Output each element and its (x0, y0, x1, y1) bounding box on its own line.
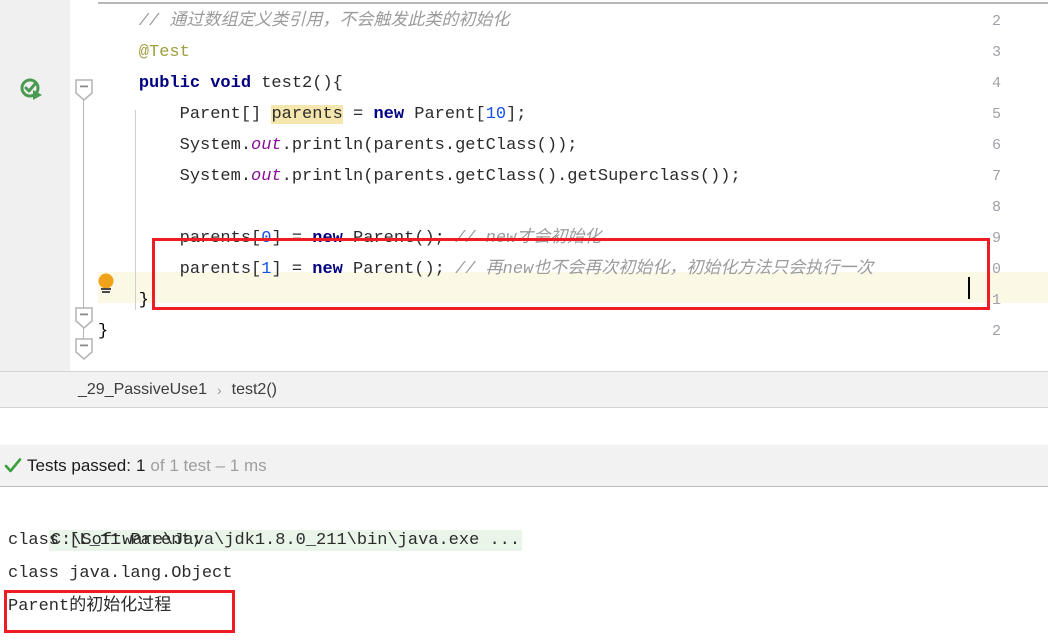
code-token: parents[ (98, 229, 262, 248)
code-line[interactable]: parents[1] = new Parent(); // 再new也不会再次初… (98, 254, 874, 285)
code-line[interactable]: Parent[] parents = new Parent[10]; (98, 99, 527, 130)
code-editor[interactable]: 2 3 4 5 6 7 8 9 0 1 2 // 通过数组定义类引用，不会触发此… (0, 0, 1048, 371)
code-token: Parent(); (342, 260, 456, 279)
code-token: new (373, 105, 405, 124)
code-token: Parent[] (98, 105, 272, 124)
code-token: 10 (485, 105, 507, 124)
code-line[interactable]: } (98, 316, 108, 347)
code-token: new (312, 229, 343, 248)
fold-minus-icon[interactable] (73, 337, 95, 360)
test-status-label: Tests passed: (27, 455, 131, 475)
green-check-icon (4, 457, 22, 475)
code-token: System. (98, 167, 252, 186)
code-token: public void (138, 74, 252, 93)
console-output-line: class java.lang.Object (8, 564, 233, 583)
code-text[interactable]: // 通过数组定义类引用，不会触发此类的初始化 @Test public voi… (98, 0, 1048, 371)
code-token: } (98, 322, 109, 341)
run-console[interactable]: C:\Software\Java\jdk1.8.0_211\bin\java.e… (0, 487, 1048, 643)
code-token: out (251, 136, 282, 155)
breadcrumb-method[interactable]: test2() (232, 381, 277, 399)
code-line[interactable]: public void test2(){ (98, 68, 343, 99)
code-token: = (342, 105, 374, 124)
fold-minus-icon[interactable] (73, 306, 95, 329)
test-status-bar: Tests passed: 1 of 1 test – 1 ms (0, 445, 1048, 487)
breadcrumb[interactable]: _29_PassiveUse1 › test2() (0, 371, 1048, 408)
code-line[interactable]: } (98, 285, 149, 316)
console-output-line: Parent的初始化过程 (8, 597, 172, 616)
code-token: .println(parents.getClass()); (281, 136, 578, 155)
text-caret (968, 277, 970, 299)
code-token: // 通过数组定义类引用，不会触发此类的初始化 (98, 12, 510, 31)
chevron-right-icon: › (216, 381, 222, 398)
code-token: @Test (98, 43, 190, 62)
code-line[interactable]: System.out.println(parents.getClass().ge… (98, 161, 741, 192)
code-token: parents (271, 105, 343, 124)
editor-gutter[interactable] (0, 0, 71, 371)
code-token: // 再new也不会再次初始化，初始化方法只会执行一次 (455, 260, 874, 279)
test-passed-count: 1 (135, 455, 146, 475)
code-line[interactable]: // 通过数组定义类引用，不会触发此类的初始化 (98, 6, 510, 37)
code-token: out (251, 167, 282, 186)
code-token: } (98, 291, 150, 310)
fold-minus-icon[interactable] (73, 78, 95, 101)
code-token: // new才会初始化 (455, 229, 602, 248)
code-line[interactable]: parents[0] = new Parent(); // new才会初始化 (98, 223, 602, 254)
run-panel-spacer (0, 408, 1048, 446)
code-token: new (312, 260, 343, 279)
code-line[interactable]: @Test (98, 37, 190, 68)
code-token: ]; (506, 105, 527, 124)
code-token: 1 (261, 260, 272, 279)
code-token: Parent[ (404, 105, 486, 124)
code-token: parents[ (98, 260, 262, 279)
code-token: System. (98, 136, 252, 155)
code-line[interactable]: System.out.println(parents.getClass()); (98, 130, 578, 161)
breadcrumb-class[interactable]: _29_PassiveUse1 (78, 381, 207, 399)
code-token: Parent(); (342, 229, 456, 248)
code-token: ] = (271, 260, 313, 279)
code-token: 0 (261, 229, 272, 248)
code-token: ] = (271, 229, 313, 248)
console-output-line: class [L_11.Parent; (8, 531, 202, 550)
code-token: test2(){ (251, 74, 343, 93)
code-token: .println(parents.getClass().getSuperclas… (281, 167, 741, 186)
test-status-detail: of 1 test – 1 ms (150, 455, 267, 475)
run-test-icon[interactable] (20, 78, 44, 102)
